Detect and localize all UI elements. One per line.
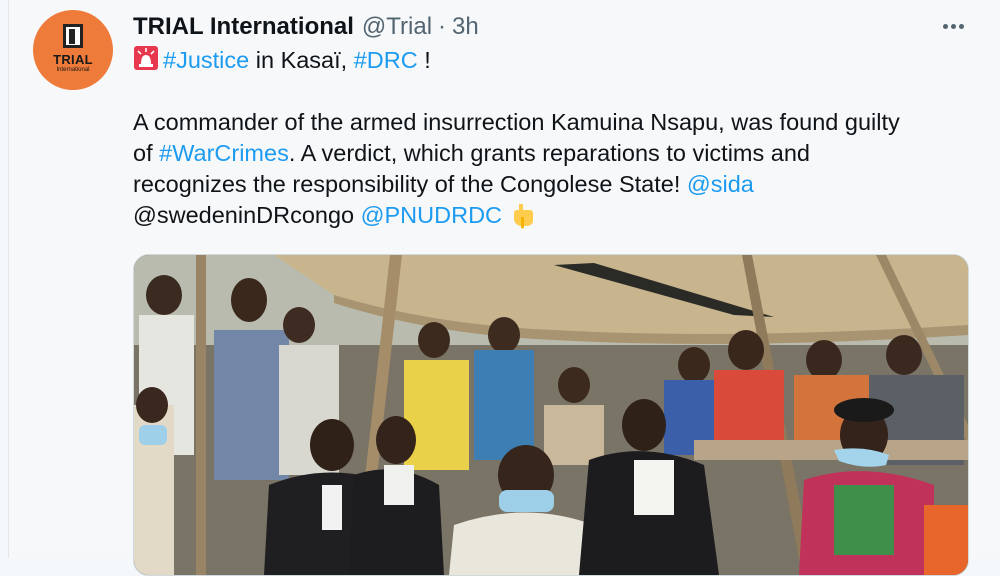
more-dots-icon[interactable] bbox=[938, 14, 968, 38]
tweet-text: #Justice in Kasaï, #DRC ! A commander of… bbox=[133, 45, 973, 231]
avatar-logo-subtext: International bbox=[56, 66, 90, 73]
text-sweden[interactable]: @swedeninDRcongo bbox=[133, 202, 354, 228]
mention-pnudrdc[interactable]: @PNUDRDC bbox=[361, 202, 502, 228]
text-verdict: . A verdict, which grants reparations to… bbox=[288, 140, 810, 166]
hashtag-warcrimes[interactable]: #WarCrimes bbox=[159, 140, 289, 166]
hashtag-justice[interactable]: #Justice bbox=[163, 47, 249, 73]
text-of: of bbox=[133, 140, 160, 166]
timestamp[interactable]: 3h bbox=[452, 13, 479, 41]
tweet-line-2: A commander of the armed insurrection Ka… bbox=[133, 109, 900, 135]
trial-logo-icon bbox=[63, 23, 83, 48]
hashtag-drc[interactable]: #DRC bbox=[354, 47, 418, 73]
courtroom-photo bbox=[134, 255, 968, 575]
text-recognizes: recognizes the responsibility of the Con… bbox=[133, 171, 687, 197]
avatar[interactable]: TRIAL International bbox=[33, 10, 113, 90]
pointing-down-emoji-icon bbox=[514, 204, 534, 229]
tweet-photo[interactable] bbox=[133, 254, 969, 576]
separator-dot: · bbox=[438, 13, 447, 40]
display-name[interactable]: TRIAL International bbox=[133, 13, 354, 41]
tweet-line-5: @swedeninDRcongo @PNUDRDC bbox=[133, 200, 973, 231]
tweet-line-4: recognizes the responsibility of the Con… bbox=[133, 169, 973, 200]
user-handle[interactable]: @Trial bbox=[362, 13, 432, 41]
tweet-line-3: of #WarCrimes. A verdict, which grants r… bbox=[133, 138, 973, 169]
mention-sida[interactable]: @sida bbox=[687, 171, 754, 197]
avatar-logo-text: TRIAL bbox=[53, 51, 93, 67]
tweet-line-1: #Justice in Kasaï, #DRC ! bbox=[133, 45, 973, 76]
rotating-light-emoji-icon bbox=[134, 46, 158, 70]
tweet-header: TRIAL International @Trial · 3h bbox=[133, 12, 479, 42]
text-exclaim: ! bbox=[417, 47, 431, 73]
text-kasai: in Kasaï, bbox=[249, 47, 354, 73]
